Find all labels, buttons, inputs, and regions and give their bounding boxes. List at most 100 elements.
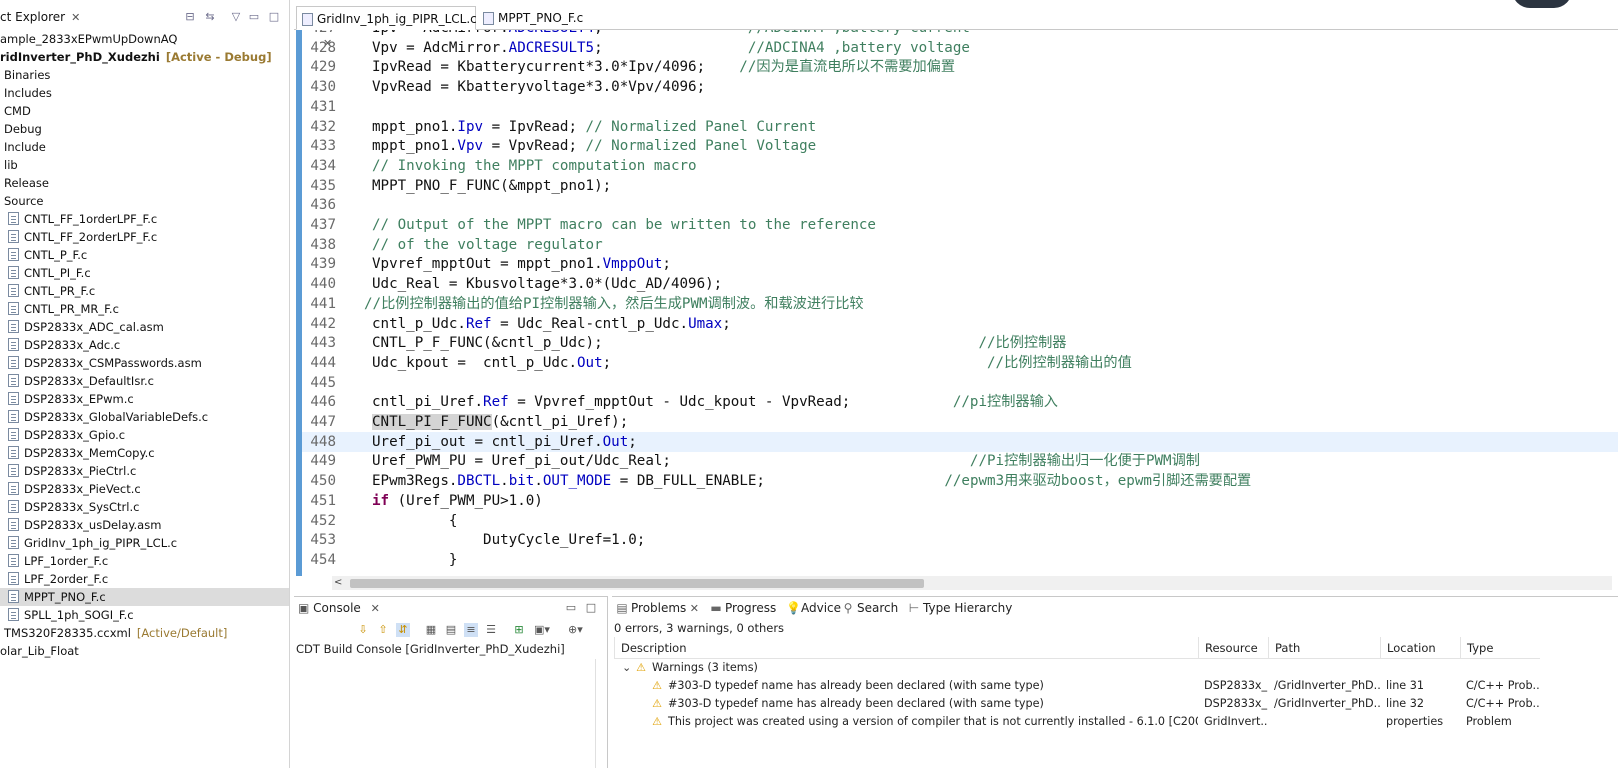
tab-problems[interactable]: ▤ Problems ✕ [616,601,699,615]
code-line[interactable]: 450 EPwm3Regs.DBCTL.bit.OUT_MODE = DB_FUL… [302,471,1618,491]
horizontal-scrollbar[interactable]: < [332,576,1612,590]
close-icon[interactable]: ✕ [686,602,699,615]
display-console-icon[interactable]: ▣▾ [534,623,550,637]
code-line[interactable]: 451 if (Uref_PWM_PU>1.0) [302,491,1618,511]
editor-tab-gridinv[interactable]: GridInv_1ph_ig_PIPR_LCL.c ✕ [296,6,477,50]
code-line[interactable]: 448 Uref_pi_out = cntl_pi_Uref.Out; [302,431,1618,452]
column-resource[interactable]: Resource [1198,637,1268,659]
code-line[interactable]: 452 { [302,511,1618,531]
close-icon[interactable]: ✕ [71,11,80,24]
tree-item[interactable]: ridInverter_PhD_Xudezhi [Active - Debug] [0,48,289,66]
code-line[interactable]: 441 //比例控制器输出的值给PI控制器输入，然后生成PWM调制波。和载波进行比… [302,294,1618,314]
tree-item[interactable]: Release [0,174,289,192]
tree-item[interactable]: MPPT_PNO_F.c [0,588,289,606]
maximize-icon[interactable]: □ [266,10,282,24]
minimize-icon[interactable]: ▭ [564,601,578,615]
tab-progress[interactable]: ▬ Progress [710,601,776,615]
tree-item[interactable]: DSP2833x_ADC_cal.asm [0,318,289,336]
tab-search[interactable]: ⚲ Search [842,601,899,615]
code-line[interactable]: 443 CNTL_P_F_FUNC(&cntl_p_Udc); //比例控制器 [302,333,1618,353]
clear-console-icon[interactable]: ▦ [424,623,438,637]
tree-item[interactable]: DSP2833x_Adc.c [0,336,289,354]
console-tab[interactable]: ▣ Console ✕ [298,601,380,615]
tree-item[interactable]: DSP2833x_CSMPasswords.asm [0,354,289,372]
scrollbar-thumb[interactable] [350,579,924,588]
column-description[interactable]: Description [614,637,1198,659]
tree-item[interactable]: CNTL_FF_2orderLPF_F.c [0,228,289,246]
code-line[interactable]: 446 cntl_pi_Uref.Ref = Vpvref_mpptOut - U… [302,392,1618,412]
maximize-icon[interactable]: □ [584,601,598,615]
code-line[interactable]: 444 Udc_kpout = cntl_p_Udc.Out; //比例控制器输出… [302,353,1618,373]
tree-item[interactable]: DSP2833x_Gpio.c [0,426,289,444]
tree-item[interactable]: CNTL_FF_1orderLPF_F.c [0,210,289,228]
console-vertical-scrollbar[interactable] [595,659,607,768]
open-console-icon[interactable]: ⊞ [512,623,526,637]
tab-advice[interactable]: 💡Advice [786,601,841,615]
tree-item[interactable]: olar_Lib_Float [0,642,289,660]
warnings-group-row[interactable]: ⌄ ⚠ Warnings (3 items) [614,659,1618,677]
tree-item[interactable]: ample_2833xEPwmUpDownAQ [0,30,289,48]
code-line[interactable]: 439 Vpvref_mpptOut = mppt_pno1.VmppOut; [302,254,1618,274]
code-line[interactable]: 442 cntl_p_Udc.Ref = Udc_Real-cntl_p_Udc.… [302,314,1618,334]
tree-item[interactable]: Include [0,138,289,156]
code-line[interactable]: 431 [302,97,1618,117]
scroll-up-icon[interactable]: ⇧ [376,623,390,637]
code-line[interactable]: 445 [302,373,1618,393]
collapse-all-icon[interactable]: ⊟ [182,10,198,24]
tree-item[interactable]: DSP2833x_PieVect.c [0,480,289,498]
tree-item[interactable]: DSP2833x_usDelay.asm [0,516,289,534]
tree-item[interactable]: Binaries [0,66,289,84]
tree-item[interactable]: CNTL_PI_F.c [0,264,289,282]
code-line[interactable]: 429 IpvRead = Kbatterycurrent*3.0*Ipv/409… [302,57,1618,77]
code-line[interactable]: 434 // Invoking the MPPT computation macr… [302,156,1618,176]
code-line[interactable]: 440 Udc_Real = Kbusvoltage*3.0*(Udc_AD/40… [302,274,1618,294]
scroll-left-icon[interactable]: < [334,576,342,590]
tree-item[interactable]: Source [0,192,289,210]
show-console-icon[interactable]: ☰ [484,623,498,637]
editor-tab-mppt[interactable]: MPPT_PNO_F.c [478,6,588,30]
code-line[interactable]: 438 // of the voltage regulator [302,235,1618,255]
view-menu-icon[interactable]: ▽ [228,10,244,24]
code-area[interactable]: 427Ipv = AdcMirror.ADCRESULT4; //ADCINA4… [302,30,1618,576]
tree-item[interactable]: DSP2833x_GlobalVariableDefs.c [0,408,289,426]
tree-item[interactable]: LPF_2order_F.c [0,570,289,588]
word-wrap-icon[interactable]: ≡ [464,623,478,637]
tree-item[interactable]: CNTL_P_F.c [0,246,289,264]
code-line[interactable]: 432 mppt_pno1.Ipv = IpvRead; // Normalize… [302,117,1618,137]
column-location[interactable]: Location [1380,637,1460,659]
close-icon[interactable]: ✕ [371,602,380,615]
copy-build-log-icon[interactable]: ▤ [444,623,458,637]
problem-row[interactable]: ⚠ #303-D typedef name has already been de… [614,695,1618,713]
problem-row[interactable]: ⚠ #303-D typedef name has already been de… [614,677,1618,695]
code-line[interactable]: 437 // Output of the MPPT macro can be wr… [302,215,1618,235]
tree-item[interactable]: SPLL_1ph_SOGI_F.c [0,606,289,624]
link-editor-icon[interactable]: ⇆ [202,10,218,24]
code-line[interactable]: 447 CNTL_PI_F_FUNC(&cntl_pi_Uref); [302,412,1618,432]
problem-row[interactable]: ⚠ This project was created using a versio… [614,713,1618,731]
tree-item[interactable]: CNTL_PR_F.c [0,282,289,300]
tree-item[interactable]: LPF_1order_F.c [0,552,289,570]
column-type[interactable]: Type [1460,637,1540,659]
code-line[interactable]: 449 Uref_PWM_PU = Uref_pi_out/Udc_Real; /… [302,451,1618,471]
tree-item[interactable]: CMD [0,102,289,120]
tree-item[interactable]: DSP2833x_PieCtrl.c [0,462,289,480]
tab-type-hierarchy[interactable]: ⊢ Type Hierarchy [908,601,1013,615]
minimize-icon[interactable]: ▭ [246,10,262,24]
code-line[interactable]: 430 VpvRead = Kbatteryvoltage*3.0*Vpv/409… [302,77,1618,97]
new-console-icon[interactable]: ⊕▾ [568,623,583,637]
chevron-down-icon[interactable]: ⌄ [622,659,634,677]
tree-item[interactable]: Debug [0,120,289,138]
tree-item[interactable]: GridInv_1ph_ig_PIPR_LCL.c [0,534,289,552]
tree-item[interactable]: DSP2833x_MemCopy.c [0,444,289,462]
pin-console-icon[interactable]: ⇵ [396,623,410,637]
code-line[interactable]: 453 DutyCycle_Uref=1.0; [302,530,1618,550]
tree-item[interactable]: Includes [0,84,289,102]
tree-item[interactable]: DSP2833x_EPwm.c [0,390,289,408]
tree-item[interactable]: CNTL_PR_MR_F.c [0,300,289,318]
code-line[interactable]: 435 MPPT_PNO_F_FUNC(&mppt_pno1); [302,176,1618,196]
column-path[interactable]: Path [1268,637,1380,659]
code-line[interactable]: 454 } [302,550,1618,570]
code-line[interactable]: 433 mppt_pno1.Vpv = VpvRead; // Normalize… [302,136,1618,156]
project-explorer-tab[interactable]: ct Explorer ✕ [0,6,80,28]
tree-item[interactable]: lib [0,156,289,174]
